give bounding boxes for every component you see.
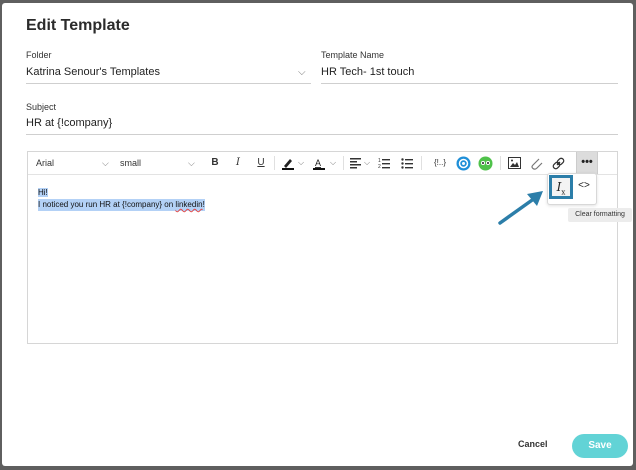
rich-text-editor[interactable]: Arial ⌵ small ⌵ B I U ⌵ A ⌵ ⌵ 1 2 {!..} … — [27, 151, 618, 344]
more-options-button[interactable]: ••• — [576, 152, 598, 174]
svg-text:2: 2 — [378, 164, 381, 169]
subject-input[interactable]: HR at {!company} — [26, 117, 112, 129]
template-name-label: Template Name — [321, 50, 385, 60]
underline-button[interactable]: U — [254, 155, 268, 171]
template-name-underline — [321, 83, 618, 84]
image-icon[interactable] — [508, 157, 521, 169]
text-color-icon[interactable]: A — [312, 157, 326, 170]
editor-toolbar: Arial ⌵ small ⌵ B I U ⌵ A ⌵ ⌵ 1 2 {!..} … — [28, 152, 617, 175]
edit-template-dialog: Edit Template Folder Katrina Senour's Te… — [2, 3, 633, 466]
insert-variable-button[interactable]: {!..} — [430, 155, 450, 171]
more-options-popup: Ix <> — [547, 173, 597, 205]
cancel-button[interactable]: Cancel — [518, 439, 548, 449]
align-left-icon[interactable] — [350, 158, 362, 169]
save-button[interactable]: Save — [572, 434, 628, 458]
toolbar-divider — [500, 156, 501, 170]
source-code-button[interactable]: <> — [576, 180, 592, 196]
body-line-1: Hi! — [38, 188, 48, 197]
toolbar-divider — [274, 156, 275, 170]
misspelled-word: linkedin — [175, 200, 203, 209]
dialog-title: Edit Template — [26, 17, 130, 34]
bullet-list-icon[interactable] — [401, 157, 413, 169]
folder-select[interactable]: Katrina Senour's Templates — [26, 66, 160, 78]
chevron-down-icon[interactable]: ⌵ — [102, 152, 109, 174]
body-line-2-suffix: ! — [202, 200, 205, 209]
toolbar-divider — [343, 156, 344, 170]
svg-text:A: A — [315, 158, 321, 168]
chevron-down-icon[interactable]: ⌵ — [364, 152, 370, 174]
subject-label: Subject — [26, 102, 57, 112]
clear-formatting-button[interactable]: Ix — [549, 175, 573, 199]
numbered-list-icon[interactable]: 1 2 — [378, 157, 390, 169]
font-family-select[interactable]: Arial — [36, 152, 54, 174]
body-line-2: I noticed you run HR at {!company} on — [38, 200, 176, 209]
chevron-down-icon[interactable]: ⌵ — [188, 152, 195, 174]
subject-underline — [26, 134, 618, 135]
toolbar-divider — [421, 156, 422, 170]
chevron-down-icon[interactable]: ⌵ — [298, 67, 306, 78]
clear-formatting-tooltip: Clear formatting — [568, 208, 632, 222]
bold-button[interactable]: B — [208, 155, 222, 171]
font-size-select[interactable]: small — [120, 152, 141, 174]
folder-label: Folder — [26, 50, 52, 60]
link-icon[interactable] — [552, 157, 565, 170]
sequence-icon[interactable] — [456, 156, 471, 171]
annotation-arrow-icon — [498, 191, 543, 225]
editor-content[interactable]: Hi! I noticed you run HR at {!company} o… — [38, 187, 205, 211]
template-name-input[interactable]: HR Tech- 1st touch — [321, 66, 414, 78]
bot-icon[interactable] — [478, 156, 493, 171]
attachment-icon[interactable] — [530, 157, 543, 170]
chevron-down-icon[interactable]: ⌵ — [330, 152, 336, 174]
italic-button[interactable]: I — [231, 155, 245, 171]
chevron-down-icon[interactable]: ⌵ — [298, 152, 304, 174]
highlight-pen-icon[interactable] — [281, 157, 295, 170]
folder-underline — [26, 83, 311, 84]
